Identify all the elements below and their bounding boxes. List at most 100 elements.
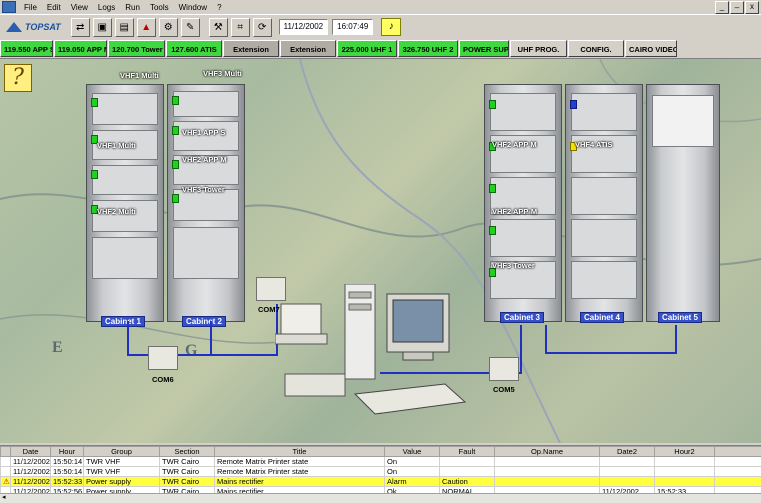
cell-group: Power supply	[84, 477, 160, 487]
map-place-letter-e: E	[52, 339, 63, 357]
button-119-050-app-m[interactable]: 119.050 APP M	[54, 40, 107, 57]
col-fault[interactable]: Fault	[440, 447, 495, 457]
button-cairo-video[interactable]: CAIRO VIDEO	[625, 40, 677, 57]
rack-unit[interactable]	[571, 93, 637, 131]
link-line	[210, 321, 212, 355]
cell-hour2	[655, 477, 715, 487]
rack-unit[interactable]	[571, 177, 637, 215]
menu-view[interactable]: View	[66, 3, 93, 12]
cell-group: TWR VHF	[84, 467, 160, 477]
col-hour[interactable]: Hour	[51, 447, 84, 457]
rack-unit[interactable]	[173, 91, 239, 117]
button-uhf-prog[interactable]: UHF PROG.	[510, 40, 567, 57]
col-op-name[interactable]: Op.Name	[495, 447, 600, 457]
unit-label-vhf3-multi-top: VHF3 Multi	[203, 69, 242, 78]
cabinet-3-label[interactable]: Cabinet 3	[500, 312, 544, 323]
menu-run[interactable]: Run	[120, 3, 145, 12]
workstation-illustration[interactable]	[275, 284, 475, 434]
unit-label-vhf2-app-m3: VHF2 APP-M	[492, 207, 537, 216]
rack-unit[interactable]	[173, 227, 239, 279]
menu-file[interactable]: File	[19, 3, 42, 12]
cabinet-4[interactable]	[565, 84, 643, 322]
rack-unit[interactable]	[490, 219, 556, 257]
col-date[interactable]: Date	[11, 447, 51, 457]
edit-icon[interactable]: ✎	[181, 18, 200, 37]
col-value[interactable]: Value	[385, 447, 440, 457]
menu-tools[interactable]: Tools	[145, 3, 174, 12]
menu-help[interactable]: ?	[212, 3, 226, 12]
button-326-750-uhf-2[interactable]: 326.750 UHF 2	[398, 40, 458, 57]
com6-device[interactable]	[148, 346, 178, 370]
cabinet-1-label[interactable]: Cabinet 1	[101, 316, 145, 327]
help-icon[interactable]: ?	[4, 64, 32, 92]
scroll-left-arrow-icon[interactable]: ◂	[2, 495, 8, 501]
minimize-button[interactable]: _	[715, 1, 729, 14]
restore-button[interactable]: ̶	[730, 1, 744, 14]
keyboard-shape	[355, 384, 465, 414]
rack-unit[interactable]	[92, 237, 158, 279]
rack-unit[interactable]	[490, 93, 556, 131]
cell-date: 11/12/2002	[11, 467, 51, 477]
col-hour2[interactable]: Hour2	[655, 447, 715, 457]
rack-unit[interactable]	[92, 93, 158, 125]
cell-value: On	[385, 467, 440, 477]
button-120-700-tower[interactable]: 120.700 Tower	[108, 40, 165, 57]
com5-label: COM5	[493, 385, 515, 394]
cabinet-2-label[interactable]: Cabinet 2	[182, 316, 226, 327]
power-supply-unit[interactable]	[652, 95, 714, 147]
alarm-triangle-icon[interactable]: ▲	[137, 18, 156, 37]
tools-icon[interactable]: ⚒	[209, 18, 228, 37]
warning-bell-icon[interactable]: ♪	[381, 18, 401, 36]
col-date2[interactable]: Date2	[600, 447, 655, 457]
refresh-icon[interactable]: ⟳	[253, 18, 272, 37]
com5-device[interactable]	[489, 357, 519, 381]
menu-edit[interactable]: Edit	[42, 3, 66, 12]
col-section[interactable]: Section	[160, 447, 215, 457]
chart-icon[interactable]: ▤	[115, 18, 134, 37]
app-icon[interactable]	[2, 1, 16, 13]
button-127-600-atis[interactable]: 127.600 ATIS	[166, 40, 222, 57]
cabinet-1[interactable]	[86, 84, 164, 322]
col-group[interactable]: Group	[84, 447, 160, 457]
button-extension-2[interactable]: Extension	[280, 40, 336, 57]
cell-fault: Caution	[440, 477, 495, 487]
menu-logs[interactable]: Logs	[93, 3, 120, 12]
menu-bar: File Edit View Logs Run Tools Window ? _…	[0, 0, 761, 14]
cell-filler	[715, 457, 761, 467]
button-config[interactable]: CONFIG.	[568, 40, 624, 57]
table-row[interactable]: 11/12/2002 15:50:14 TWR VHF TWR Cairo Re…	[1, 457, 761, 467]
rack-unit[interactable]	[92, 200, 158, 232]
table-row-alarm[interactable]: ⚠ 11/12/2002 15:52:33 Power supply TWR C…	[1, 477, 761, 487]
cabinet-3[interactable]	[484, 84, 562, 322]
button-power-sup[interactable]: POWER SUP.	[459, 40, 509, 57]
cell-section: TWR Cairo	[160, 467, 215, 477]
button-119-550-app-s[interactable]: 119.550 APP S	[0, 40, 53, 57]
table-row[interactable]: 11/12/2002 15:50:14 TWR VHF TWR Cairo Re…	[1, 467, 761, 477]
cabinet-4-label[interactable]: Cabinet 4	[580, 312, 624, 323]
cell-value: Alarm	[385, 477, 440, 487]
monitor-icon[interactable]: ▣	[93, 18, 112, 37]
cell-date2	[600, 457, 655, 467]
cell-title: Remote Matrix Printer state	[215, 457, 385, 467]
date-field: 11/12/2002	[279, 19, 328, 35]
status-led	[172, 126, 179, 135]
cell-fault	[440, 457, 495, 467]
cabinet-2[interactable]	[167, 84, 245, 322]
connect-icon[interactable]: ⇄	[71, 18, 90, 37]
network-icon[interactable]: ⌗	[231, 18, 250, 37]
rack-unit[interactable]	[571, 219, 637, 257]
row-marker	[1, 457, 11, 467]
rack-unit[interactable]	[571, 261, 637, 299]
close-button[interactable]: x	[745, 1, 759, 14]
cabinet-5[interactable]	[646, 84, 720, 322]
rack-unit[interactable]	[92, 165, 158, 195]
menu-window[interactable]: Window	[174, 3, 212, 12]
button-extension-1[interactable]: Extension	[223, 40, 279, 57]
col-title[interactable]: Title	[215, 447, 385, 457]
config-icon[interactable]: ⚙	[159, 18, 178, 37]
button-225-000-uhf-1[interactable]: 225.000 UHF 1	[337, 40, 397, 57]
printer-shape	[281, 304, 321, 334]
cabinet-5-label[interactable]: Cabinet 5	[658, 312, 702, 323]
cell-op-name	[495, 467, 600, 477]
status-led	[91, 98, 98, 107]
